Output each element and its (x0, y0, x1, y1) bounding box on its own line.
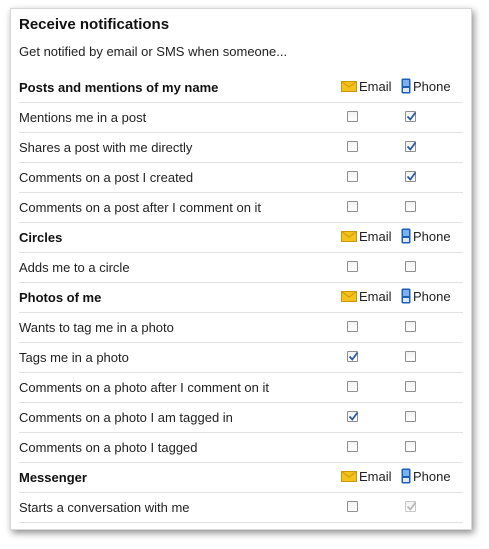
checkmark-icon (406, 171, 417, 181)
setting-label: Comments on a photo I am tagged in (19, 410, 233, 425)
phone-column-header: Phone (401, 78, 451, 94)
phone-checkbox[interactable] (405, 171, 417, 182)
setting-label: Mentions me in a post (19, 110, 147, 125)
phone-checkbox[interactable] (405, 351, 416, 362)
panel-title: Receive notifications (19, 16, 170, 33)
setting-row: Comments on a photo I am tagged in (19, 403, 463, 433)
section-heading: Circles (19, 230, 63, 245)
checkmark-icon (406, 111, 417, 121)
email-checkbox[interactable] (347, 411, 359, 422)
email-header-label: Email (359, 229, 392, 244)
email-checkbox[interactable] (347, 141, 358, 152)
setting-row: Comments on a post I created (19, 163, 463, 193)
envelope-icon (341, 471, 357, 482)
email-checkbox[interactable] (347, 201, 358, 212)
email-header-label: Email (359, 289, 392, 304)
email-checkbox[interactable] (347, 321, 358, 332)
setting-row: Starts a conversation with me (19, 493, 463, 523)
email-checkbox[interactable] (347, 441, 358, 452)
envelope-icon (341, 81, 357, 92)
setting-label: Comments on a photo I tagged (19, 440, 198, 455)
setting-row: Comments on a photo I tagged (19, 433, 463, 463)
phone-header-label: Phone (413, 78, 451, 94)
phone-checkbox[interactable] (405, 201, 416, 212)
setting-row: Adds me to a circle (19, 253, 463, 283)
email-checkbox[interactable] (347, 261, 358, 272)
phone-column-header: Phone (401, 228, 451, 244)
setting-row: Wants to tag me in a photo (19, 313, 463, 343)
email-checkbox[interactable] (347, 171, 358, 182)
envelope-icon (341, 231, 357, 242)
phone-column-header: Phone (401, 468, 451, 484)
section-heading: Photos of me (19, 290, 102, 305)
email-checkbox[interactable] (347, 381, 358, 392)
setting-row: Mentions me in a post (19, 103, 463, 133)
section-header: Circles Email Phone (19, 223, 463, 253)
setting-label: Comments on a photo after I comment on i… (19, 380, 270, 395)
section-header: Posts and mentions of my name Email Phone (19, 73, 463, 103)
email-column-header: Email (341, 79, 392, 94)
setting-label: Comments on a post I created (19, 170, 194, 185)
email-checkbox[interactable] (347, 501, 358, 512)
section-heading: Posts and mentions of my name (19, 80, 219, 95)
panel-subtitle: Get notified by email or SMS when someon… (19, 44, 288, 59)
email-header-label: Email (359, 79, 392, 94)
phone-icon (401, 228, 411, 244)
phone-header-label: Phone (413, 228, 451, 244)
setting-label: Starts a conversation with me (19, 500, 190, 515)
phone-checkbox[interactable] (405, 441, 416, 452)
setting-row: Tags me in a photo (19, 343, 463, 373)
checkmark-icon (348, 351, 359, 361)
email-header-label: Email (359, 469, 392, 484)
phone-column-header: Phone (401, 288, 451, 304)
email-checkbox[interactable] (347, 351, 359, 362)
phone-checkbox[interactable] (405, 321, 416, 332)
phone-checkbox[interactable] (405, 261, 416, 272)
setting-label: Tags me in a photo (19, 350, 129, 365)
phone-checkbox (405, 501, 417, 512)
setting-label: Comments on a post after I comment on it (19, 200, 262, 215)
phone-icon (401, 288, 411, 304)
setting-row: Comments on a photo after I comment on i… (19, 373, 463, 403)
email-column-header: Email (341, 469, 392, 484)
phone-checkbox[interactable] (405, 381, 416, 392)
setting-label: Adds me to a circle (19, 260, 130, 275)
phone-checkbox[interactable] (405, 411, 416, 422)
setting-row: Shares a post with me directly (19, 133, 463, 163)
section-heading: Messenger (19, 470, 87, 485)
setting-row: Comments on a post after I comment on it (19, 193, 463, 223)
phone-checkbox[interactable] (405, 141, 417, 152)
section-header: Photos of me Email Phone (19, 283, 463, 313)
email-column-header: Email (341, 289, 392, 304)
setting-label: Wants to tag me in a photo (19, 320, 174, 335)
envelope-icon (341, 291, 357, 302)
checkmark-icon (406, 141, 417, 151)
section-header: Messenger Email Phone (19, 463, 463, 493)
checkmark-icon (406, 501, 417, 511)
phone-checkbox[interactable] (405, 111, 417, 122)
email-column-header: Email (341, 229, 392, 244)
setting-label: Shares a post with me directly (19, 140, 193, 155)
phone-header-label: Phone (413, 288, 451, 304)
notification-settings-list: Posts and mentions of my name Email Phone M… (11, 73, 471, 523)
checkmark-icon (348, 411, 359, 421)
phone-icon (401, 78, 411, 94)
email-checkbox[interactable] (347, 111, 358, 122)
phone-header-label: Phone (413, 468, 451, 484)
phone-icon (401, 468, 411, 484)
notifications-panel: Receive notifications Get notified by em… (10, 8, 472, 530)
